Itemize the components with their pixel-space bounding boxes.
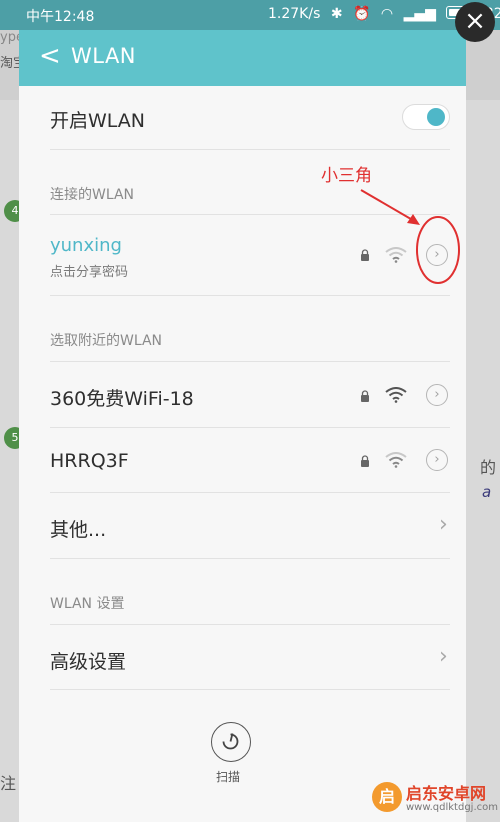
network-details-button[interactable]: › (426, 244, 448, 266)
divider (50, 361, 450, 362)
network-name: 360免费WiFi-18 (50, 388, 194, 410)
lock-icon (361, 455, 369, 467)
connected-section-title: 连接的WLAN (50, 187, 135, 203)
wifi-weak-icon (385, 452, 407, 468)
watermark: 启 启东安卓网 www.qdlktdgj.com (372, 778, 500, 822)
back-icon[interactable]: < (39, 42, 61, 70)
divider (50, 149, 450, 150)
bg-right-text: 的 (480, 458, 497, 477)
scan-label: 扫描 (216, 770, 241, 784)
divider (50, 689, 450, 690)
connected-network-name: yunxing (50, 235, 122, 256)
network-details-button[interactable]: › (426, 384, 448, 406)
wifi-strong-icon (385, 387, 407, 403)
divider (50, 624, 450, 625)
scan-icon (222, 733, 239, 750)
wlan-toggle[interactable] (402, 104, 450, 130)
bg-bottom-text: 注 (0, 774, 17, 793)
toggle-knob (427, 108, 445, 126)
chevron-right-icon: › (439, 512, 448, 537)
lock-icon (361, 249, 369, 261)
network-name: HRRQ3F (50, 450, 129, 472)
settings-section-title: WLAN 设置 (50, 596, 125, 612)
status-time: 中午12:48 (26, 9, 95, 25)
bg-right-char: a (482, 483, 492, 501)
divider (50, 558, 450, 559)
divider (50, 492, 450, 493)
watermark-url: www.qdlktdgj.com (406, 802, 498, 813)
wlan-toggle-label: 开启WLAN (50, 110, 146, 132)
divider (50, 427, 450, 428)
scan-button[interactable] (211, 722, 251, 762)
status-bar: 中午12:48 1.27K/s ✱ ⏰ ◠ ▂▄▆ 82% (0, 0, 500, 30)
annotation-label: 小三角 (321, 166, 372, 186)
share-password-hint: 点击分享密码 (50, 265, 129, 280)
bluetooth-icon: ✱ (330, 6, 343, 22)
page-title: WLAN (71, 44, 137, 68)
dialog-header: < WLAN (19, 30, 466, 86)
wifi-status-icon: ◠ (380, 6, 394, 22)
signal-icon: ▂▄▆ (403, 6, 436, 22)
wlan-dialog: < WLAN 开启WLAN 连接的WLAN yunxing 点击分享密码 › 选… (19, 30, 466, 822)
advanced-settings-label: 高级设置 (50, 651, 127, 673)
close-button[interactable]: × (455, 2, 495, 42)
watermark-logo: 启 (372, 782, 402, 812)
lock-icon (361, 390, 369, 402)
alarm-icon: ⏰ (353, 6, 371, 22)
wifi-weak-icon (385, 247, 407, 263)
divider (50, 214, 450, 215)
divider (50, 295, 450, 296)
network-details-button[interactable]: › (426, 449, 448, 471)
network-speed: 1.27K/s (268, 6, 321, 22)
watermark-title: 启东安卓网 (406, 784, 487, 803)
other-networks-label: 其他... (50, 519, 107, 541)
nearby-section-title: 选取附近的WLAN (50, 333, 163, 349)
chevron-right-icon: › (439, 644, 448, 669)
